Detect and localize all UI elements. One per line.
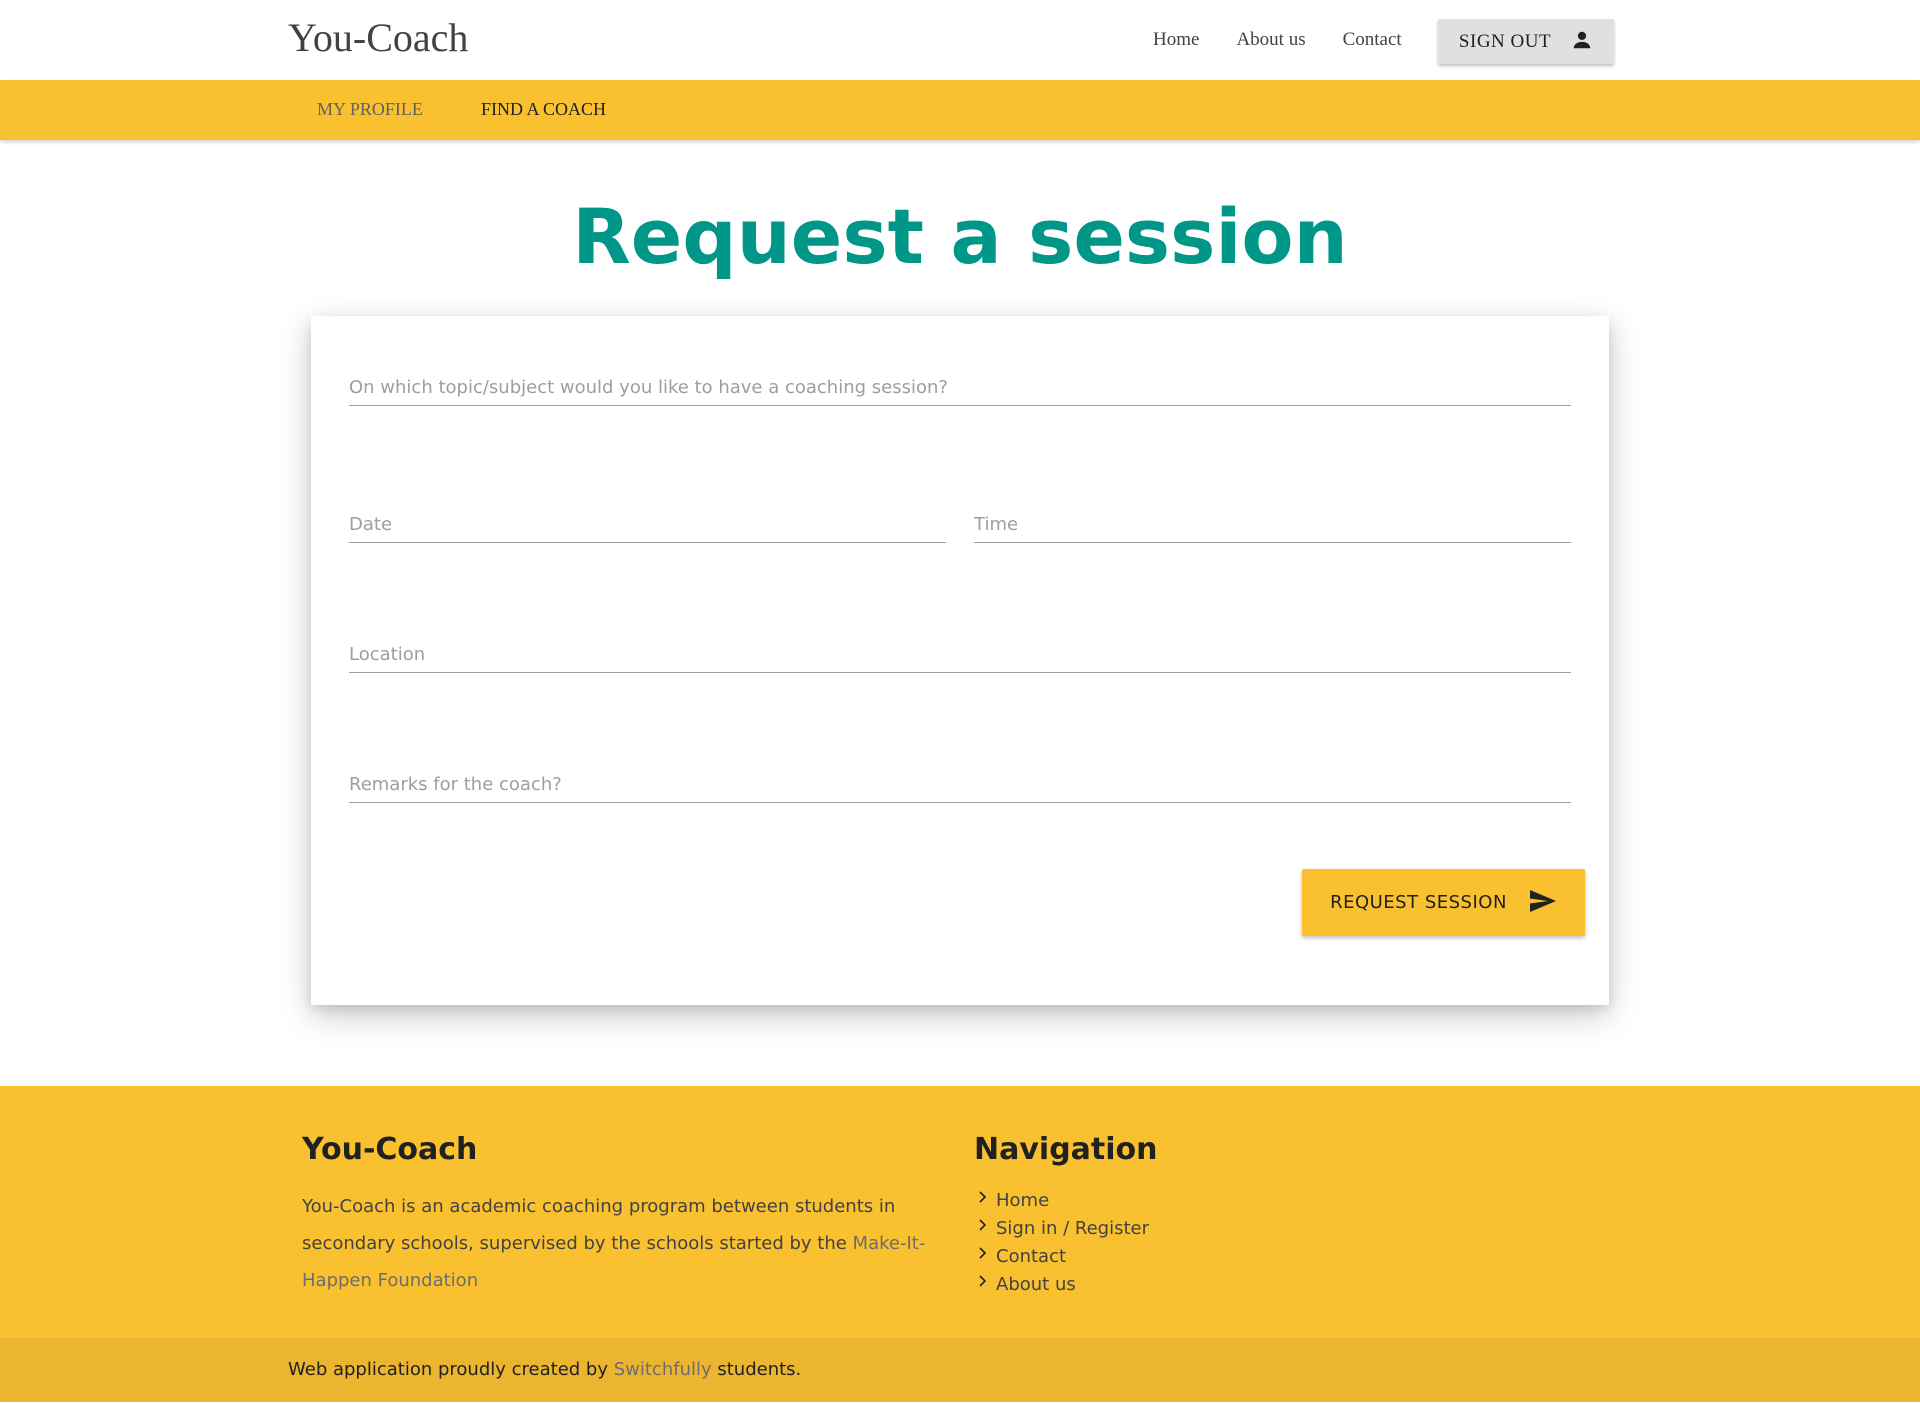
- nav-home-link[interactable]: Home: [1153, 29, 1199, 51]
- footer-nav-list: Home Sign in / Register Contact About us: [978, 1186, 1149, 1298]
- footer-nav-item-signin: Sign in / Register: [978, 1214, 1149, 1242]
- location-field: [349, 637, 1571, 673]
- footer-description: You-Coach is an academic coaching progra…: [302, 1188, 942, 1299]
- brand-logo[interactable]: You-Coach: [288, 14, 468, 61]
- request-session-button[interactable]: REQUEST SESSION: [1302, 869, 1585, 936]
- tab-find-a-coach[interactable]: FIND A COACH: [481, 99, 606, 120]
- chevron-right-icon: [978, 1274, 992, 1294]
- footer-link-contact[interactable]: Contact: [996, 1246, 1066, 1267]
- chevron-right-icon: [978, 1218, 992, 1238]
- footer-nav-item-home: Home: [978, 1186, 1149, 1214]
- person-icon: [1571, 29, 1593, 55]
- sub-nav: MY PROFILE FIND A COACH: [0, 80, 1920, 140]
- footer-nav-item-contact: Contact: [978, 1242, 1149, 1270]
- request-session-label: REQUEST SESSION: [1330, 892, 1507, 913]
- footer: You-Coach You-Coach is an academic coach…: [0, 1086, 1920, 1338]
- footer-link-signin-register[interactable]: Sign in / Register: [996, 1218, 1149, 1239]
- nav-about-link[interactable]: About us: [1236, 29, 1305, 51]
- copyright-prefix: Web application proudly created by: [288, 1359, 614, 1380]
- location-input[interactable]: [349, 637, 1571, 672]
- footer-brand-title: You-Coach: [302, 1132, 478, 1167]
- switchfully-link[interactable]: Switchfully: [614, 1359, 712, 1380]
- topic-input[interactable]: [349, 370, 1571, 405]
- remarks-field: [349, 767, 1571, 803]
- sign-out-label: SIGN OUT: [1458, 30, 1552, 52]
- remarks-input[interactable]: [349, 767, 1571, 802]
- request-session-card: REQUEST SESSION: [311, 316, 1609, 1005]
- send-icon: [1529, 889, 1557, 917]
- footer-navigation-title: Navigation: [974, 1132, 1158, 1167]
- copyright-bar: Web application proudly created by Switc…: [0, 1338, 1920, 1402]
- footer-nav-item-about: About us: [978, 1270, 1149, 1298]
- chevron-right-icon: [978, 1246, 992, 1266]
- footer-description-text: You-Coach is an academic coaching progra…: [302, 1196, 896, 1254]
- topic-field: [349, 370, 1571, 406]
- chevron-right-icon: [978, 1190, 992, 1210]
- footer-link-about-us[interactable]: About us: [996, 1274, 1076, 1295]
- date-field: [349, 507, 946, 543]
- copyright-text: Web application proudly created by Switc…: [288, 1359, 801, 1380]
- page-title: Request a session: [572, 192, 1348, 281]
- footer-link-home[interactable]: Home: [996, 1190, 1049, 1211]
- time-field: [974, 507, 1571, 543]
- tab-my-profile[interactable]: MY PROFILE: [317, 99, 423, 120]
- copyright-suffix: students.: [711, 1359, 802, 1380]
- sign-out-button[interactable]: SIGN OUT: [1438, 19, 1614, 64]
- top-header: You-Coach Home About us Contact SIGN OUT: [0, 0, 1920, 80]
- time-input[interactable]: [974, 507, 1571, 542]
- top-nav: Home About us Contact: [1153, 0, 1439, 80]
- date-input[interactable]: [349, 507, 946, 542]
- nav-contact-link[interactable]: Contact: [1343, 29, 1402, 51]
